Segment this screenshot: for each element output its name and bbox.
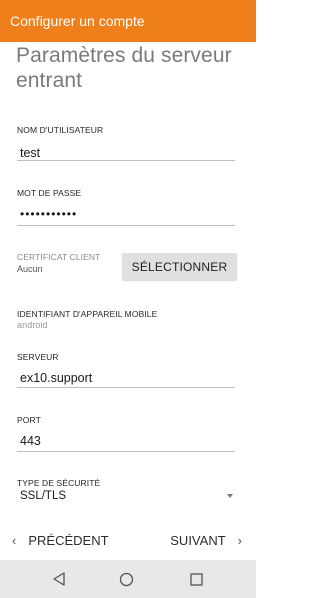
device-id-label: IDENTIFIANT D'APPAREIL MOBILE <box>17 309 158 319</box>
port-label: PORT <box>17 415 41 425</box>
port-underline <box>17 451 235 452</box>
certificate-label: CERTIFICAT CLIENT <box>17 252 101 262</box>
server-label: SERVEUR <box>17 352 59 362</box>
select-certificate-button[interactable]: SÉLECTIONNER <box>122 253 237 280</box>
next-label: SUIVANT <box>170 533 226 548</box>
username-underline <box>17 160 235 161</box>
username-label: NOM D'UTILISATEUR <box>17 125 104 135</box>
back-triangle-icon[interactable] <box>52 572 66 586</box>
previous-label: PRÉCÉDENT <box>28 533 109 548</box>
home-circle-icon[interactable] <box>119 572 134 587</box>
wizard-navigation: ‹ PRÉCÉDENT SUIVANT › <box>0 522 256 560</box>
recent-square-icon[interactable] <box>190 573 203 586</box>
username-input[interactable]: test <box>20 146 40 160</box>
port-input[interactable]: 443 <box>20 434 41 448</box>
security-select[interactable]: SSL/TLS <box>20 490 66 502</box>
device-id-value: android <box>17 320 48 330</box>
previous-button[interactable]: ‹ PRÉCÉDENT <box>12 533 109 548</box>
password-underline <box>17 225 235 226</box>
certificate-value: Aucun <box>17 264 43 274</box>
chevron-left-icon: ‹ <box>12 533 17 548</box>
server-underline <box>17 387 235 388</box>
app-bar: Configurer un compte <box>0 0 256 42</box>
system-navigation-bar <box>0 560 256 598</box>
password-input[interactable]: ••••••••••• <box>20 207 77 221</box>
chevron-right-icon: › <box>237 533 242 548</box>
app-bar-title: Configurer un compte <box>10 13 145 29</box>
page-title: Paramètres du serveur entrant <box>16 44 232 92</box>
next-button[interactable]: SUIVANT › <box>170 533 242 548</box>
server-input[interactable]: ex10.support <box>20 371 92 385</box>
password-label: MOT DE PASSE <box>17 188 82 198</box>
security-label: TYPE DE SÉCURITÉ <box>17 478 101 488</box>
dropdown-arrow-icon[interactable] <box>227 494 233 498</box>
